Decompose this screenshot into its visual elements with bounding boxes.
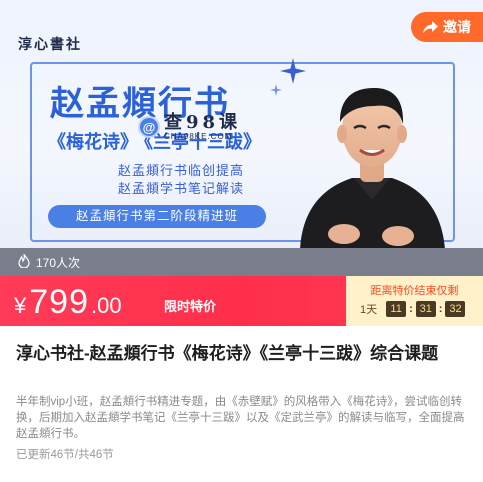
- share-arrow-icon: [423, 20, 438, 34]
- countdown-minutes: 31: [415, 301, 436, 317]
- brand-logo: 淳心書社: [18, 37, 82, 53]
- price: ¥ 799 .00: [14, 283, 122, 322]
- course-banner: 淳心書社 邀请 赵孟頫行书 《梅花诗》 《兰亭十三跋》 @ 查98课 CHA98K…: [0, 0, 483, 248]
- view-count: 170人次: [36, 255, 81, 270]
- course-title: 淳心书社-赵孟頫行书《梅花诗》《兰亭十三跋》综合课题: [16, 344, 439, 363]
- course-description: 半年制vip小班，赵孟頫行书精进专题，由《赤壁赋》的风格带入《梅花诗》，尝试临创…: [16, 396, 465, 440]
- watermark-logo-icon: @: [138, 116, 160, 138]
- presenter-image: [300, 88, 445, 248]
- watermark-url: CHA98KE.COM: [164, 131, 233, 141]
- price-decimal: .00: [90, 293, 122, 318]
- course-progress: 已更新46节/共46节: [16, 449, 114, 461]
- watermark-text: 查98课: [164, 111, 242, 133]
- invite-button[interactable]: 邀请: [411, 12, 483, 42]
- watermark: @ 查98课 CHA98KE.COM: [138, 108, 266, 146]
- invite-label: 邀请: [443, 19, 471, 35]
- banner-subtitle-1: 赵孟頫行书临创提高: [118, 163, 245, 178]
- poem-meihua: 《梅花诗》: [48, 132, 138, 152]
- price-label: 限时特价: [164, 299, 217, 314]
- currency-symbol: ¥: [14, 293, 27, 318]
- views-bar: 170人次: [0, 248, 483, 276]
- countdown-timer: 1天 11 : 31 : 32: [360, 301, 466, 317]
- countdown-days: 1天: [360, 304, 378, 316]
- price-integer: 799: [29, 283, 89, 321]
- countdown: 距离特价结束仅剩 1天 11 : 31 : 32: [346, 276, 483, 326]
- sparkle-small-icon: [270, 84, 282, 96]
- banner-pill: 赵孟頫行书第二阶段精进班: [48, 205, 266, 228]
- countdown-hours: 11: [386, 301, 407, 317]
- banner-subtitle-2: 赵孟頫学书笔记解读: [118, 181, 245, 196]
- countdown-title: 距离特价结束仅剩: [370, 285, 459, 297]
- countdown-seconds: 32: [445, 301, 466, 317]
- flame-icon: [18, 253, 30, 271]
